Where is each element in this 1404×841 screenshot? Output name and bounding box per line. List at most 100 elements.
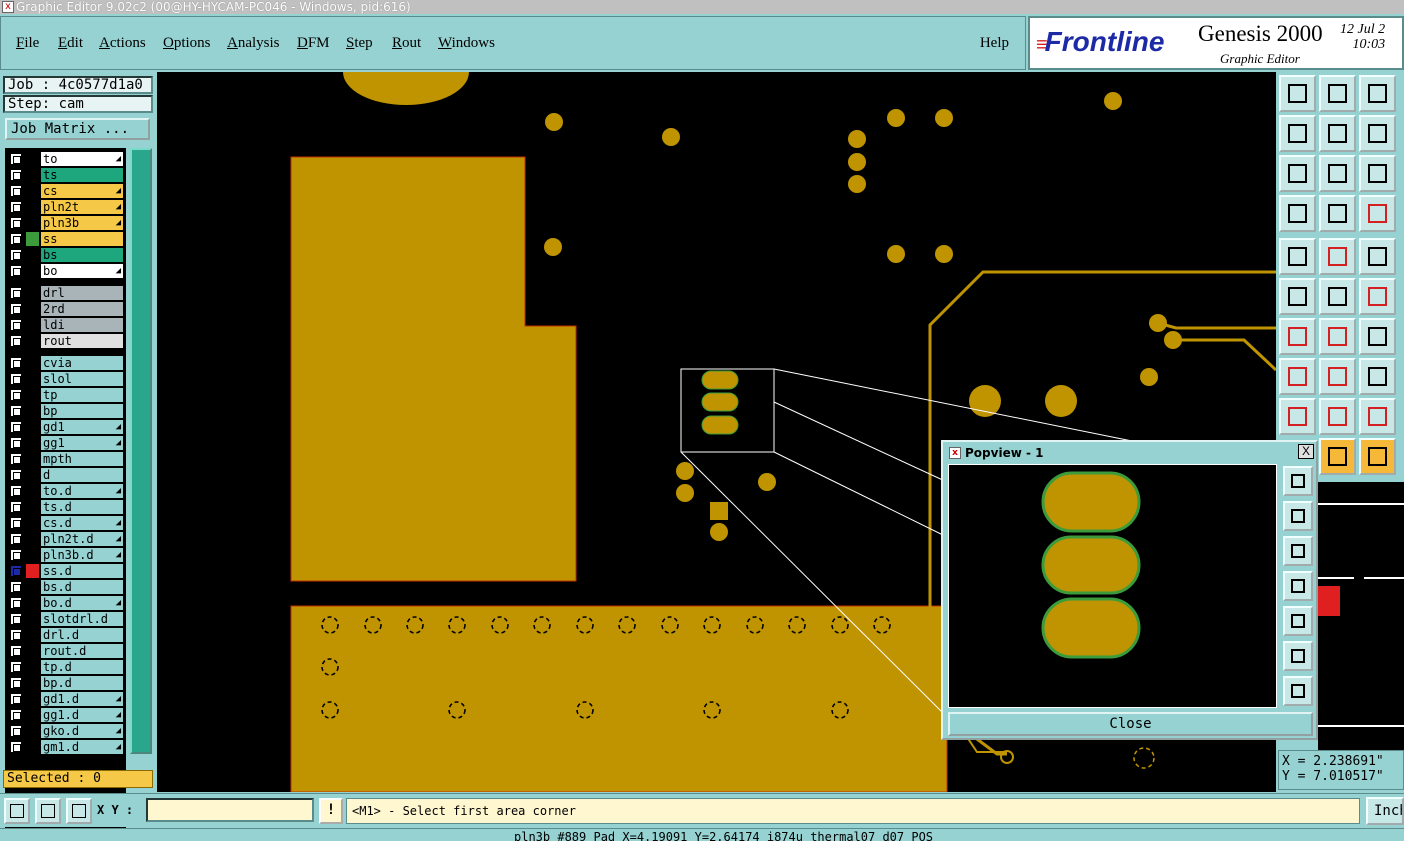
menu-options[interactable]: Options xyxy=(163,35,211,52)
layer-color-swatch[interactable] xyxy=(26,404,39,418)
layer-checkbox[interactable] xyxy=(10,693,22,705)
layer-name[interactable]: pln2t ◢ xyxy=(41,200,123,214)
layer-name[interactable]: ts xyxy=(41,168,123,182)
layer-checkbox[interactable] xyxy=(10,725,22,737)
grid-mode-button[interactable] xyxy=(66,798,92,824)
layer-color-swatch[interactable] xyxy=(26,676,39,690)
popview-pan-left[interactable] xyxy=(1283,571,1313,601)
popview-close-button[interactable]: Close xyxy=(948,712,1313,736)
layer-row[interactable]: ts.d xyxy=(8,500,126,514)
layer-color-swatch[interactable] xyxy=(26,184,39,198)
layer-checkbox[interactable] xyxy=(10,153,22,165)
layer-color-swatch[interactable] xyxy=(26,500,39,514)
layer-name[interactable]: bp.d xyxy=(41,676,123,690)
warning-button[interactable]: ! xyxy=(319,798,343,824)
unit-button[interactable]: Inch xyxy=(1366,797,1404,825)
popview-pan-down[interactable] xyxy=(1283,536,1313,566)
layer-name[interactable]: bs xyxy=(41,248,123,262)
layer-name[interactable]: bo ◢ xyxy=(41,264,123,278)
layer-checkbox[interactable] xyxy=(10,405,22,417)
snap-mode-button[interactable] xyxy=(4,798,30,824)
layer-name[interactable]: gko.d ◢ xyxy=(41,724,123,738)
layer-row[interactable]: bs xyxy=(8,248,126,262)
layer-row[interactable]: gko.d ◢ xyxy=(8,724,126,738)
layer-name[interactable]: gm1.d ◢ xyxy=(41,740,123,754)
layer-checkbox[interactable] xyxy=(10,469,22,481)
angle-mode-button[interactable] xyxy=(35,798,61,824)
layer-color-swatch[interactable] xyxy=(26,168,39,182)
layer-color-swatch[interactable] xyxy=(26,468,39,482)
layer-row[interactable]: ldi xyxy=(8,318,126,332)
popview-zoom-in[interactable] xyxy=(1283,676,1313,706)
layer-row[interactable]: bo.d ◢ xyxy=(8,596,126,610)
layer-checkbox[interactable] xyxy=(10,565,22,577)
tool-connect[interactable] xyxy=(1279,278,1316,315)
tool-slash[interactable] xyxy=(1319,318,1356,355)
layer-row[interactable]: bp.d xyxy=(8,676,126,690)
layer-color-swatch[interactable] xyxy=(26,216,39,230)
layer-checkbox[interactable] xyxy=(10,645,22,657)
layer-row[interactable]: to ◢ xyxy=(8,152,126,166)
layer-color-swatch[interactable] xyxy=(26,516,39,530)
layer-name[interactable]: tp xyxy=(41,388,123,402)
layer-name[interactable]: cs ◢ xyxy=(41,184,123,198)
menu-dfm[interactable]: DFM xyxy=(297,35,330,52)
tool-pan-right[interactable] xyxy=(1319,115,1356,152)
layer-color-swatch[interactable] xyxy=(26,724,39,738)
layer-checkbox[interactable] xyxy=(10,581,22,593)
layer-color-swatch[interactable] xyxy=(26,372,39,386)
menu-analysis[interactable]: Analysis xyxy=(227,35,280,52)
tool-arc[interactable] xyxy=(1359,318,1396,355)
layer-color-swatch[interactable] xyxy=(26,628,39,642)
layer-color-swatch[interactable] xyxy=(26,484,39,498)
layer-name[interactable]: rout xyxy=(41,334,123,348)
layer-name[interactable]: ss xyxy=(41,232,123,246)
layer-color-swatch[interactable] xyxy=(26,580,39,594)
layer-checkbox[interactable] xyxy=(10,437,22,449)
layer-row[interactable]: slotdrl.d xyxy=(8,612,126,626)
layer-row[interactable]: bo ◢ xyxy=(8,264,126,278)
popview-pan-right[interactable] xyxy=(1283,606,1313,636)
layer-name[interactable]: pln3b ◢ xyxy=(41,216,123,230)
tool-pan-down[interactable] xyxy=(1319,75,1356,112)
layer-list-scrollbar[interactable] xyxy=(130,148,152,754)
layer-checkbox[interactable] xyxy=(10,373,22,385)
layer-name[interactable]: gg1 ◢ xyxy=(41,436,123,450)
layer-color-swatch[interactable] xyxy=(26,420,39,434)
layer-name[interactable]: pln3b.d ◢ xyxy=(41,548,123,562)
layer-row[interactable]: cvia xyxy=(8,356,126,370)
layer-row[interactable]: slol xyxy=(8,372,126,386)
layer-name[interactable]: bp xyxy=(41,404,123,418)
tool-triangle-up[interactable] xyxy=(1319,398,1356,435)
layer-row[interactable]: ts xyxy=(8,168,126,182)
layer-checkbox[interactable] xyxy=(10,233,22,245)
layer-checkbox[interactable] xyxy=(10,629,22,641)
tool-home[interactable] xyxy=(1359,75,1396,112)
layer-color-swatch[interactable] xyxy=(26,388,39,402)
layer-name[interactable]: slotdrl.d xyxy=(41,612,123,626)
layer-name[interactable]: ss.d xyxy=(41,564,123,578)
layer-color-swatch[interactable] xyxy=(26,660,39,674)
layer-checkbox[interactable] xyxy=(10,485,22,497)
menu-step[interactable]: Step xyxy=(346,35,373,52)
layer-color-swatch[interactable] xyxy=(26,692,39,706)
layer-color-swatch[interactable] xyxy=(26,644,39,658)
job-matrix-button[interactable]: Job Matrix ... xyxy=(5,118,150,140)
layer-row[interactable]: rout xyxy=(8,334,126,348)
layer-checkbox[interactable] xyxy=(10,549,22,561)
layer-checkbox[interactable] xyxy=(10,335,22,347)
layer-color-swatch[interactable] xyxy=(26,708,39,722)
layer-color-swatch[interactable] xyxy=(26,152,39,166)
layer-row[interactable]: ss xyxy=(8,232,126,246)
tool-measure[interactable] xyxy=(1319,195,1356,232)
layer-checkbox[interactable] xyxy=(10,517,22,529)
layer-checkbox[interactable] xyxy=(10,169,22,181)
layer-checkbox[interactable] xyxy=(10,741,22,753)
menu-help[interactable]: Help xyxy=(980,35,1009,52)
layer-row[interactable]: bp xyxy=(8,404,126,418)
tool-select[interactable] xyxy=(1319,438,1356,475)
layer-checkbox[interactable] xyxy=(10,357,22,369)
layer-name[interactable]: pln2t.d ◢ xyxy=(41,532,123,546)
layer-color-swatch[interactable] xyxy=(26,532,39,546)
tool-snap[interactable] xyxy=(1279,358,1316,395)
